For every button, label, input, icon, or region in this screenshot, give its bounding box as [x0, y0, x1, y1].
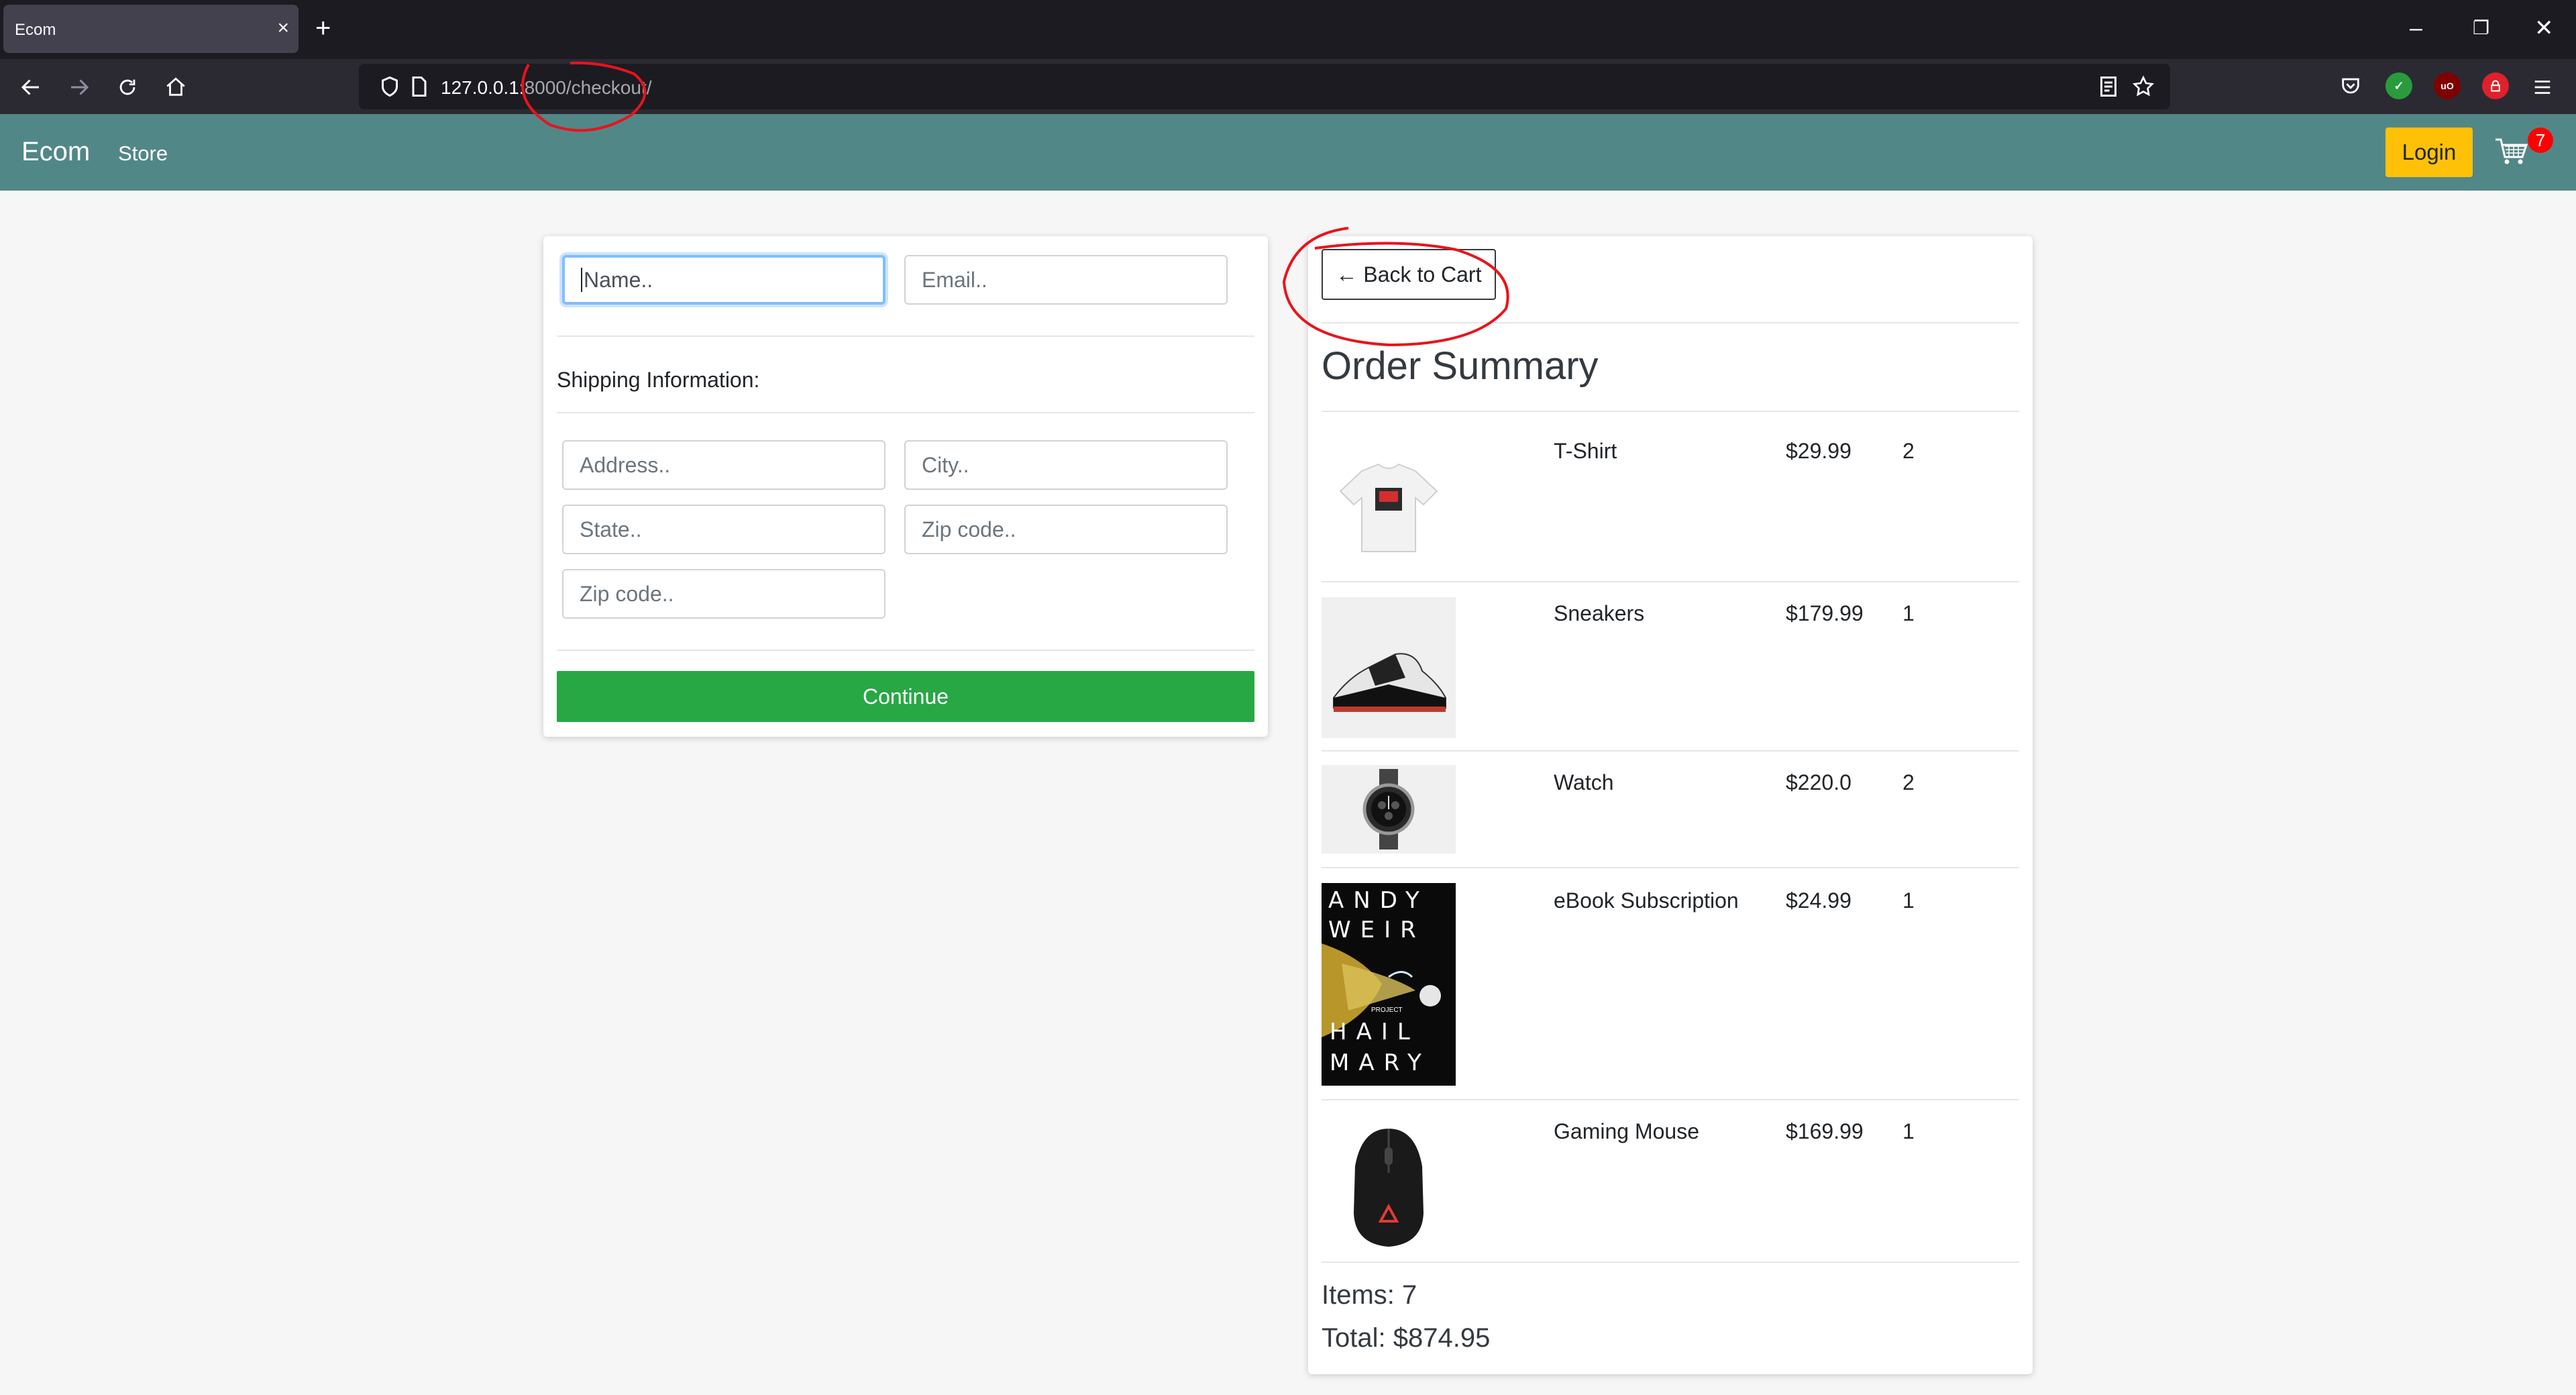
cart-icon[interactable] [2494, 137, 2528, 166]
divider [557, 335, 1254, 337]
item-name: T-Shirt [1554, 439, 1617, 463]
divider [1322, 1099, 2019, 1100]
tab-title: Ecom [15, 21, 56, 39]
restore-window-button[interactable]: ❐ [2473, 15, 2489, 42]
bookmark-star-icon[interactable] [2131, 74, 2155, 99]
continue-button[interactable]: Continue [557, 671, 1254, 722]
name-field[interactable]: Name.. [562, 255, 885, 305]
state-field[interactable]: State.. [562, 505, 885, 554]
city-field[interactable]: City.. [904, 440, 1228, 490]
item-name: Watch [1554, 770, 1614, 794]
divider [557, 650, 1254, 651]
item-quantity: 2 [1902, 439, 1915, 463]
address-field[interactable]: Address.. [562, 440, 885, 490]
url-path: 8000/checkout/ [524, 77, 652, 98]
zip-code-field-2[interactable]: Zip code.. [562, 569, 885, 619]
url-text[interactable]: 127.0.0.1:8000/checkout/ [441, 77, 651, 99]
item-price: $179.99 [1786, 601, 1864, 625]
divider [1322, 750, 2019, 752]
divider [1322, 322, 2019, 323]
divider [557, 412, 1254, 413]
tshirt-image [1322, 437, 1456, 572]
item-price: $169.99 [1786, 1119, 1864, 1143]
url-host: 127.0.0.1: [441, 77, 525, 98]
brand-logo[interactable]: Ecom [21, 137, 90, 167]
cover-author-last: WEIR [1328, 917, 1426, 943]
extension-check-icon[interactable]: ✓ [2385, 72, 2412, 99]
reload-icon[interactable] [111, 71, 144, 103]
new-tab-button[interactable]: + [315, 12, 331, 44]
item-quantity: 2 [1902, 770, 1915, 794]
back-to-cart-button[interactable]: ← Back to Cart [1322, 249, 1496, 300]
menu-icon[interactable] [2526, 71, 2559, 103]
page-icon[interactable] [407, 74, 431, 99]
store-link[interactable]: Store [118, 142, 168, 166]
order-summary-title: Order Summary [1322, 344, 1599, 388]
item-price: $220.0 [1786, 770, 1851, 794]
email-field[interactable]: Email.. [904, 255, 1228, 305]
zip-code-field[interactable]: Zip code.. [904, 505, 1228, 554]
browser-tab-bar: Ecom × + – ❐ ✕ [0, 0, 2576, 59]
minimize-window-button[interactable]: – [2410, 15, 2422, 42]
login-button[interactable]: Login [2385, 127, 2473, 177]
divider [1322, 1261, 2019, 1263]
pocket-icon[interactable] [2337, 72, 2364, 99]
item-price: $29.99 [1786, 439, 1851, 463]
ublock-icon[interactable]: uO [2434, 72, 2461, 99]
browser-toolbar: 127.0.0.1:8000/checkout/ ✓ uO [0, 59, 2576, 114]
close-window-button[interactable]: ✕ [2534, 15, 2554, 42]
back-arrow-icon[interactable] [15, 71, 47, 103]
cover-title-2: MARY [1330, 1049, 1431, 1076]
divider [1322, 581, 2019, 582]
cover-author-first: ANDY [1328, 887, 1429, 914]
item-quantity: 1 [1902, 1119, 1915, 1143]
sneakers-image [1322, 597, 1456, 738]
item-name: eBook Subscription [1554, 888, 1739, 913]
cover-project: PROJECT [1371, 1006, 1403, 1014]
item-price: $24.99 [1786, 888, 1851, 913]
browser-tab[interactable]: Ecom × [3, 5, 299, 53]
item-name: Sneakers [1554, 601, 1645, 625]
order-total: Total: $874.95 [1322, 1323, 1491, 1353]
shipping-info-label: Shipping Information: [557, 368, 760, 392]
tab-close-icon[interactable]: × [277, 15, 289, 41]
items-count: Items: 7 [1322, 1280, 1417, 1310]
cart-count-badge: 7 [2528, 127, 2553, 153]
divider [1322, 867, 2019, 868]
order-summary-card: ← Back to Cart Order Summary T-Shirt $29… [1308, 236, 2033, 1374]
cover-title-1: HAIL [1330, 1019, 1419, 1045]
text-caret [581, 268, 582, 292]
name-placeholder: Name.. [584, 267, 653, 292]
divider [1322, 411, 2019, 412]
forward-arrow-icon[interactable] [63, 71, 95, 103]
reader-view-icon[interactable] [2096, 74, 2121, 99]
item-quantity: 1 [1902, 888, 1915, 913]
item-quantity: 1 [1902, 601, 1915, 625]
ebook-cover-image: ANDY WEIR PROJECT HAIL MARY [1322, 883, 1456, 1086]
extension-lock-icon[interactable] [2482, 72, 2509, 99]
site-navbar: Ecom Store Login 7 [0, 114, 2576, 191]
shield-icon[interactable] [378, 74, 402, 99]
watch-image [1322, 765, 1456, 854]
url-bar[interactable]: 127.0.0.1:8000/checkout/ [359, 64, 2170, 109]
gaming-mouse-image [1322, 1113, 1456, 1255]
item-name: Gaming Mouse [1554, 1119, 1699, 1143]
checkout-form-card: Name.. Email.. Shipping Information: Add… [543, 236, 1268, 737]
home-icon[interactable] [160, 71, 192, 103]
